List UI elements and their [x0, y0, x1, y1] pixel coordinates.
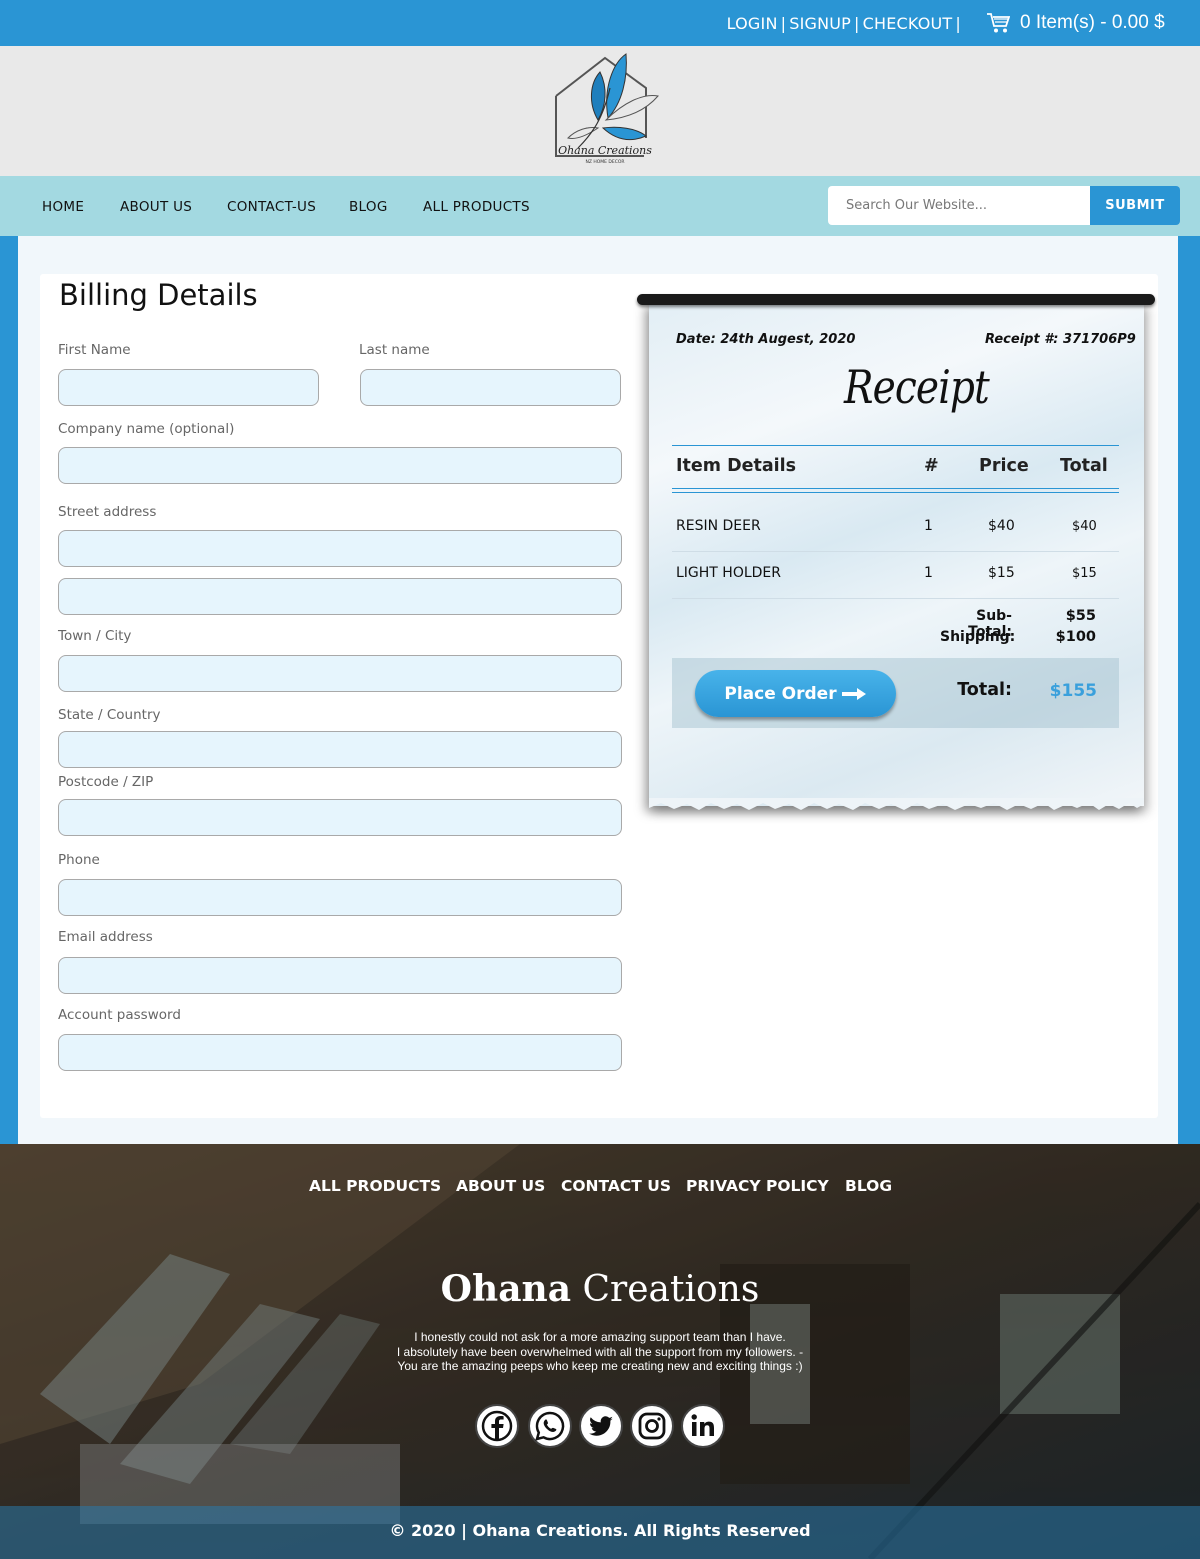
instagram-icon: [638, 1412, 666, 1440]
row-total: $40: [1072, 519, 1097, 534]
logo-text: Ohana Creations: [558, 144, 652, 157]
login-link[interactable]: LOGIN: [727, 14, 778, 33]
whatsapp-icon: [535, 1411, 565, 1441]
cart-summary[interactable]: 0 Item(s) - 0.00 $: [986, 12, 1165, 34]
logo-band: Ohana Creations NZ HOME DECOR: [0, 46, 1200, 176]
top-bar: LOGIN | SIGNUP | CHECKOUT | 0 Item(s) - 0.00 …: [0, 0, 1200, 46]
password-field[interactable]: [58, 1034, 622, 1071]
first-name-label: First Name: [58, 342, 131, 358]
total-label: Total:: [957, 680, 1012, 700]
linkedin-link[interactable]: [681, 1404, 725, 1448]
postcode-label: Postcode / ZIP: [58, 774, 154, 790]
row-qty: 1: [924, 565, 933, 581]
first-name-field[interactable]: [58, 369, 319, 406]
divider: [672, 492, 1119, 493]
divider: [672, 488, 1119, 489]
footer-nav-contact-us[interactable]: CONTACT US: [561, 1177, 671, 1195]
separator: |: [854, 14, 860, 33]
street-label: Street address: [58, 504, 157, 520]
street-field-line2[interactable]: [58, 578, 622, 615]
footer-nav-about-us[interactable]: ABOUT US: [456, 1177, 545, 1195]
nav-all-products[interactable]: ALL PRODUCTS: [423, 199, 530, 215]
row-total: $15: [1072, 566, 1097, 581]
footer-brand: Ohana Creations: [0, 1268, 1200, 1310]
signup-link[interactable]: SIGNUP: [789, 14, 851, 33]
nav-about-us[interactable]: ABOUT US: [120, 199, 192, 215]
testimonial-quote: I honestly could not ask for a more amaz…: [396, 1330, 804, 1373]
row-divider: [672, 598, 1119, 599]
row-price: $40: [988, 518, 1015, 534]
twitter-icon: [589, 1416, 613, 1436]
receipt-date: Date: 24th Augest, 2020: [676, 332, 856, 347]
nav-contact-us[interactable]: CONTACT-US: [227, 199, 316, 215]
separator: |: [955, 14, 961, 33]
instagram-link[interactable]: [630, 1404, 674, 1448]
header-total: Total: [1060, 456, 1108, 476]
search-input[interactable]: [828, 186, 1090, 225]
torn-edge: [649, 798, 1144, 810]
whatsapp-link[interactable]: [528, 1404, 572, 1448]
row-item: LIGHT HOLDER: [676, 565, 782, 581]
postcode-field[interactable]: [58, 799, 622, 836]
footer: ALL PRODUCTS ABOUT US CONTACT US PRIVACY…: [0, 1144, 1200, 1559]
street-field-line1[interactable]: [58, 530, 622, 567]
phone-label: Phone: [58, 852, 100, 868]
row-divider: [672, 551, 1119, 552]
row-item: RESIN DEER: [676, 518, 761, 534]
main-nav: HOME ABOUT US CONTACT-US BLOG ALL PRODUC…: [0, 176, 1200, 236]
checkout-link[interactable]: CHECKOUT: [863, 14, 953, 33]
email-field[interactable]: [58, 957, 622, 994]
linkedin-icon: [691, 1414, 714, 1436]
facebook-icon: [481, 1410, 513, 1442]
nav-blog[interactable]: BLOG: [349, 199, 388, 215]
account-links: LOGIN | SIGNUP | CHECKOUT |: [727, 14, 964, 33]
company-field[interactable]: [58, 447, 622, 484]
receipt-title: Receipt: [844, 360, 990, 414]
total-value: $155: [1049, 681, 1097, 701]
separator: |: [780, 14, 787, 33]
shipping-label: Shipping:: [940, 629, 1016, 645]
last-name-field[interactable]: [360, 369, 621, 406]
cart-text: 0 Item(s) - 0.00 $: [1020, 12, 1165, 33]
search-submit-button[interactable]: SUBMIT: [1090, 186, 1180, 225]
header-item-details: Item Details: [676, 456, 797, 476]
ohana-logo[interactable]: Ohana Creations NZ HOME DECOR: [548, 48, 662, 170]
town-label: Town / City: [58, 628, 132, 644]
row-price: $15: [988, 565, 1015, 581]
shipping-value: $100: [1055, 629, 1096, 645]
header-price: Price: [979, 456, 1029, 476]
place-order-label: Place Order: [724, 683, 837, 704]
subtotal-value: $55: [1065, 608, 1096, 624]
state-label: State / Country: [58, 707, 161, 723]
place-order-button[interactable]: Place Order: [695, 670, 896, 717]
town-field[interactable]: [58, 655, 622, 692]
logo-subtext: NZ HOME DECOR: [585, 159, 624, 165]
shopping-cart-icon: [987, 13, 1010, 33]
receipt-number: Receipt #: 371706P9: [985, 332, 1136, 347]
billing-title: Billing Details: [59, 278, 258, 312]
footer-nav-all-products[interactable]: ALL PRODUCTS: [309, 1177, 441, 1195]
twitter-link[interactable]: [579, 1404, 623, 1448]
nav-home[interactable]: HOME: [42, 199, 84, 215]
brand-rest: Creations: [571, 1269, 760, 1310]
arrow-right-icon: [841, 687, 866, 700]
state-field[interactable]: [58, 731, 622, 768]
facebook-link[interactable]: [475, 1404, 519, 1448]
email-label: Email address: [58, 929, 153, 945]
phone-field[interactable]: [58, 879, 622, 916]
header-qty: #: [924, 456, 939, 476]
row-qty: 1: [924, 518, 933, 534]
footer-nav-privacy-policy[interactable]: PRIVACY POLICY: [686, 1177, 829, 1195]
brand-bold: Ohana: [440, 1268, 572, 1310]
password-label: Account password: [58, 1007, 181, 1023]
receipt-rod: [637, 294, 1155, 305]
company-label: Company name (optional): [58, 421, 235, 437]
last-name-label: Last name: [359, 342, 430, 358]
footer-nav-blog[interactable]: BLOG: [845, 1177, 892, 1195]
copyright-text: © 2020 | Ohana Creations. All Rights Res…: [389, 1521, 811, 1540]
divider: [672, 445, 1119, 446]
